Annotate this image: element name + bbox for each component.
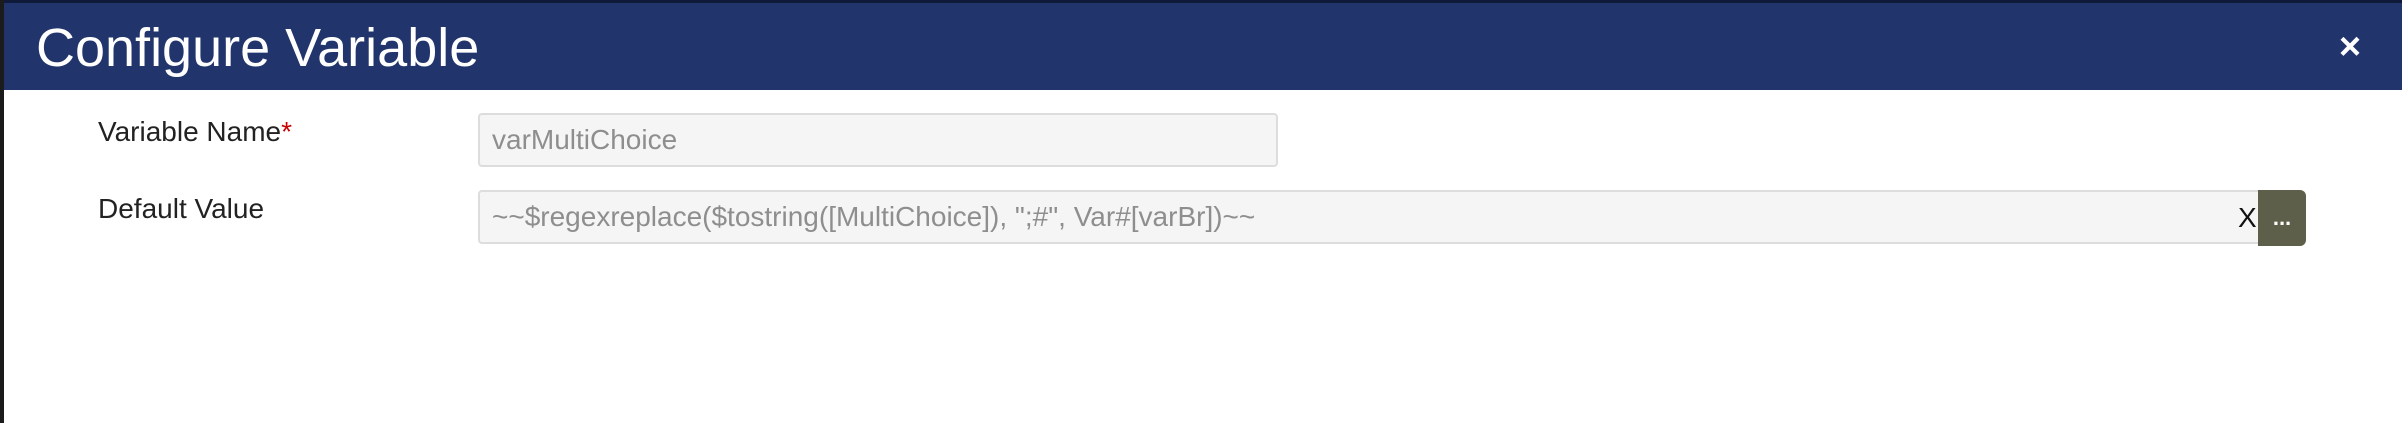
variable-name-field[interactable]: varMultiChoice: [478, 113, 1278, 167]
configure-variable-dialog: Configure Variable × Variable Name* varM…: [0, 0, 2402, 423]
expression-picker-button[interactable]: ...: [2258, 190, 2306, 246]
required-marker: *: [281, 116, 293, 147]
close-icon[interactable]: ×: [2330, 27, 2370, 67]
clear-default-value-button[interactable]: X: [2238, 202, 2257, 234]
variable-name-label: Variable Name*: [98, 116, 292, 148]
default-value-field[interactable]: ~~$regexreplace($tostring([MultiChoice])…: [478, 190, 2268, 244]
dialog-header: Configure Variable ×: [4, 0, 2402, 90]
default-value-label: Default Value: [98, 193, 265, 224]
variable-name-label-text: Variable Name: [98, 116, 282, 147]
dialog-title: Configure Variable: [36, 18, 480, 78]
